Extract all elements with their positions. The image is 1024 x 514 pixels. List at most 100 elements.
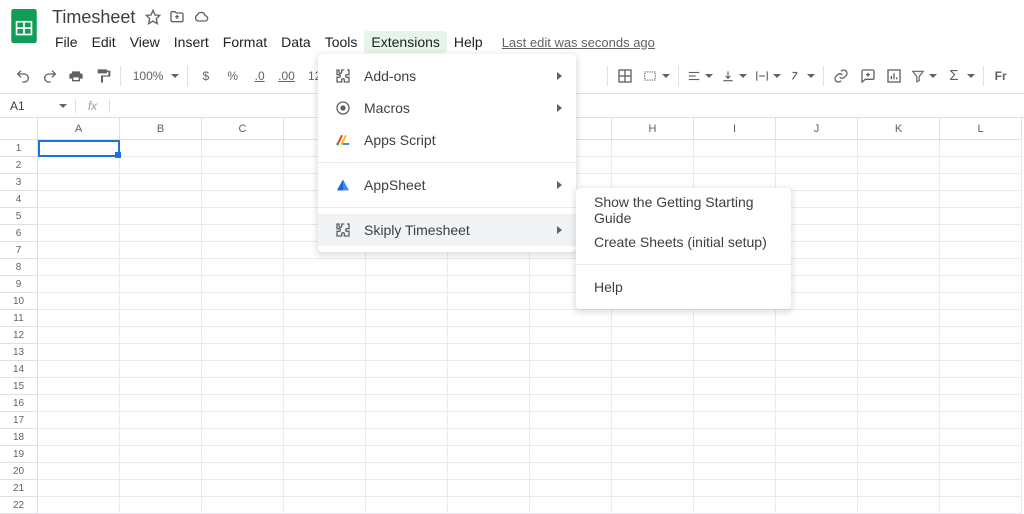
cell[interactable] (284, 463, 366, 480)
cell[interactable] (858, 310, 940, 327)
cell[interactable] (858, 361, 940, 378)
cell[interactable] (858, 140, 940, 157)
name-box[interactable]: A1 (0, 99, 76, 113)
row-header[interactable]: 11 (0, 310, 38, 327)
cell[interactable] (202, 378, 284, 395)
menu-extensions[interactable]: Extensions (364, 31, 446, 53)
cell[interactable] (694, 140, 776, 157)
cell[interactable] (530, 429, 612, 446)
cell[interactable] (120, 276, 202, 293)
submenu-help[interactable]: Help (576, 271, 791, 303)
row-header[interactable]: 13 (0, 344, 38, 361)
cell[interactable] (940, 259, 1022, 276)
toolbar-more-button[interactable]: Fr (987, 63, 1013, 89)
cell[interactable] (940, 140, 1022, 157)
cell[interactable] (694, 327, 776, 344)
cell[interactable] (612, 327, 694, 344)
cell[interactable] (202, 344, 284, 361)
cell[interactable] (858, 497, 940, 514)
cell[interactable] (38, 276, 120, 293)
cell[interactable] (38, 361, 120, 378)
cell[interactable] (858, 327, 940, 344)
column-header[interactable]: C (202, 118, 284, 140)
cell[interactable] (694, 446, 776, 463)
cell[interactable] (366, 310, 448, 327)
vertical-align-button[interactable] (717, 69, 751, 83)
cell[interactable] (530, 361, 612, 378)
paint-format-button[interactable] (89, 63, 115, 89)
menu-view[interactable]: View (123, 31, 167, 53)
cell[interactable] (940, 429, 1022, 446)
submenu-getting-started[interactable]: Show the Getting Starting Guide (576, 194, 791, 226)
submenu-create-sheets[interactable]: Create Sheets (initial setup) (576, 226, 791, 258)
cell[interactable] (120, 361, 202, 378)
cell[interactable] (120, 395, 202, 412)
cell[interactable] (202, 395, 284, 412)
column-header[interactable]: I (694, 118, 776, 140)
cell[interactable] (366, 276, 448, 293)
cell[interactable] (940, 174, 1022, 191)
cell[interactable] (858, 293, 940, 310)
cell[interactable] (940, 361, 1022, 378)
cell[interactable] (448, 463, 530, 480)
cell[interactable] (366, 463, 448, 480)
cell[interactable] (448, 276, 530, 293)
cell[interactable] (120, 259, 202, 276)
cell[interactable] (694, 497, 776, 514)
cell[interactable] (202, 446, 284, 463)
cell[interactable] (612, 140, 694, 157)
cell[interactable] (120, 429, 202, 446)
cell[interactable] (940, 310, 1022, 327)
cell[interactable] (448, 259, 530, 276)
cell[interactable] (448, 429, 530, 446)
cell[interactable] (940, 208, 1022, 225)
document-title[interactable]: Timesheet (48, 7, 139, 28)
cell[interactable] (776, 497, 858, 514)
cell[interactable] (530, 327, 612, 344)
cell[interactable] (940, 191, 1022, 208)
cell[interactable] (858, 446, 940, 463)
column-header[interactable]: K (858, 118, 940, 140)
column-header[interactable]: B (120, 118, 202, 140)
cell[interactable] (38, 429, 120, 446)
row-header[interactable]: 19 (0, 446, 38, 463)
cell[interactable] (38, 446, 120, 463)
text-wrap-button[interactable] (751, 69, 785, 83)
cell[interactable] (366, 497, 448, 514)
sheets-logo[interactable] (8, 6, 40, 46)
cell[interactable] (38, 344, 120, 361)
menu-format[interactable]: Format (216, 31, 274, 53)
menu-addons[interactable]: Add-ons (318, 60, 576, 92)
cell[interactable] (612, 412, 694, 429)
cell[interactable] (858, 242, 940, 259)
cell[interactable] (940, 412, 1022, 429)
cell[interactable] (366, 378, 448, 395)
cell[interactable] (202, 174, 284, 191)
cell[interactable] (202, 480, 284, 497)
cell[interactable] (858, 412, 940, 429)
cell[interactable] (284, 327, 366, 344)
cell[interactable] (38, 242, 120, 259)
cell[interactable] (38, 395, 120, 412)
cell[interactable] (694, 378, 776, 395)
cell[interactable] (776, 480, 858, 497)
cell[interactable] (120, 140, 202, 157)
row-header[interactable]: 17 (0, 412, 38, 429)
cell[interactable] (694, 361, 776, 378)
cell[interactable] (38, 463, 120, 480)
row-header[interactable]: 2 (0, 157, 38, 174)
print-button[interactable] (63, 63, 89, 89)
merge-cells-button[interactable] (638, 69, 674, 83)
insert-link-button[interactable] (828, 63, 854, 89)
cell[interactable] (858, 225, 940, 242)
cell[interactable] (120, 463, 202, 480)
undo-button[interactable] (10, 63, 36, 89)
cell[interactable] (612, 344, 694, 361)
cell[interactable] (202, 140, 284, 157)
cell[interactable] (448, 310, 530, 327)
cell[interactable] (284, 480, 366, 497)
cell[interactable] (776, 463, 858, 480)
menu-help[interactable]: Help (447, 31, 490, 53)
cell[interactable] (530, 378, 612, 395)
cell[interactable] (202, 327, 284, 344)
